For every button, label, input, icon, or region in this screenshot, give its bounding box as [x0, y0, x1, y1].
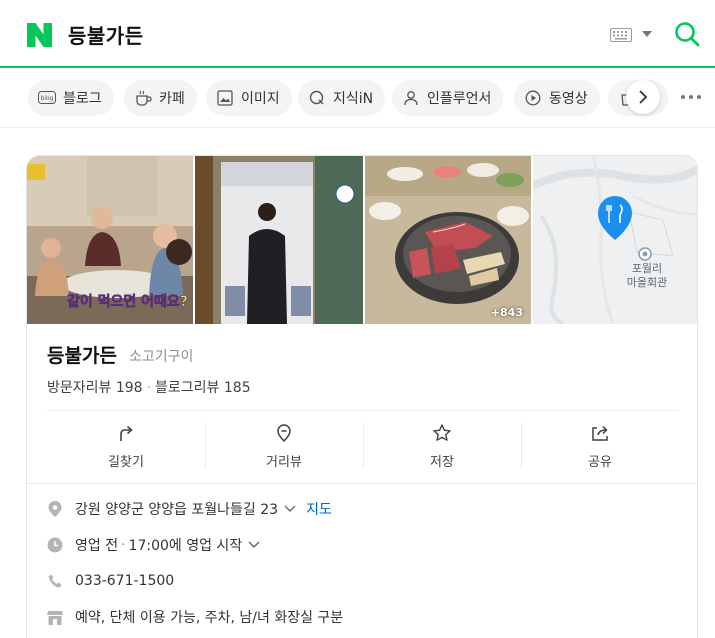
play-icon: [524, 89, 542, 107]
amenities-text: 예약, 단체 이용 가능, 주차, 남/녀 화장실 구분: [75, 610, 344, 626]
share-icon: [592, 425, 608, 441]
search-header: 등불가든: [0, 0, 715, 68]
photo-tv-scene[interactable]: 같이 먹으면 어때요?: [27, 156, 193, 324]
hours-row: 영업 전 · 17:00에 영업 시작: [47, 534, 260, 556]
blog-reviews-link[interactable]: 블로그리뷰 185: [155, 380, 251, 396]
phone-row: 033-671-1500: [47, 570, 174, 592]
search-icon[interactable]: [674, 21, 700, 47]
map-label: 포월리 마을회관: [626, 262, 668, 289]
tabs-next-button[interactable]: [626, 80, 660, 114]
place-category: 소고기구이: [129, 349, 194, 365]
tab-label: 동영상: [549, 91, 588, 107]
review-counts: 방문자리뷰 198 · 블로그리뷰 185: [47, 377, 251, 397]
tab-influencer[interactable]: 인플루언서: [392, 80, 504, 116]
place-card: 같이 먹으면 어때요? +843 포월리 마을회관 등불가든 소고기구이 방문자…: [26, 155, 698, 638]
street-view-icon: [277, 424, 291, 443]
star-icon: [433, 424, 451, 441]
action-label: 저장: [430, 455, 454, 470]
location-pin-icon: [47, 501, 63, 517]
map-link[interactable]: 지도: [306, 499, 332, 519]
keyboard-icon[interactable]: [610, 28, 632, 42]
tab-kin[interactable]: 지식iN: [298, 80, 386, 116]
action-label: 거리뷰: [266, 455, 302, 470]
visitor-reviews-link[interactable]: 방문자리뷰 198: [47, 380, 143, 396]
search-query[interactable]: 등불가든: [68, 20, 144, 49]
hours-detail[interactable]: 17:00에 영업 시작: [129, 535, 243, 555]
tab-label: 블로그: [63, 91, 102, 107]
photo-count[interactable]: +843: [491, 306, 523, 319]
tab-label: 이미지: [241, 91, 280, 107]
chevron-down-icon[interactable]: [642, 31, 652, 37]
store-icon: [47, 609, 63, 625]
save-button[interactable]: 저장: [363, 411, 521, 474]
street-view-button[interactable]: 거리뷰: [205, 411, 363, 474]
tab-image[interactable]: 이미지: [206, 80, 292, 116]
chevron-right-icon: [639, 90, 648, 104]
directions-icon: [120, 425, 133, 441]
knowledge-q-icon: [308, 89, 326, 107]
naver-logo[interactable]: [27, 23, 52, 47]
address-row: 강원 양양군 양양읍 포월나들길 23 지도: [47, 498, 332, 520]
divider: [27, 483, 697, 484]
chevron-down-icon[interactable]: [284, 505, 296, 513]
action-label: 길찾기: [108, 455, 144, 470]
phone-icon: [47, 573, 63, 589]
share-button[interactable]: 공유: [521, 411, 679, 474]
place-name[interactable]: 등불가든: [47, 341, 117, 368]
separator-dot: ·: [146, 380, 152, 396]
phone-number[interactable]: 033-671-1500: [75, 573, 174, 589]
tab-label: 지식iN: [333, 91, 374, 107]
tab-cafe[interactable]: 카페: [124, 80, 197, 116]
mini-map[interactable]: 포월리 마을회관: [533, 156, 697, 324]
tab-label: 카페: [159, 91, 185, 107]
search-tab-bar: blog 블로그 카페 이미지 지식iN 인플루언서 동영상: [0, 70, 715, 128]
photo-strip: 같이 먹으면 어때요? +843 포월리 마을회관: [27, 156, 697, 324]
action-bar: 길찾기 거리뷰 저장 공유: [47, 411, 679, 474]
photo-caption: 같이 먹으면 어때요?: [67, 293, 188, 310]
clock-icon: [47, 537, 63, 553]
action-label: 공유: [588, 455, 612, 470]
chevron-down-icon[interactable]: [248, 541, 260, 549]
separator-dot: ·: [121, 537, 126, 553]
cafe-cup-icon: [134, 89, 152, 107]
blog-icon: blog: [38, 89, 56, 107]
photo-grilled-beef[interactable]: +843: [365, 156, 531, 324]
more-options-icon[interactable]: [680, 94, 702, 100]
tab-video[interactable]: 동영상: [514, 80, 600, 116]
tab-label: 인플루언서: [427, 91, 492, 107]
address-text[interactable]: 강원 양양군 양양읍 포월나들길 23: [75, 499, 278, 519]
photo-entrance[interactable]: [195, 156, 363, 324]
amenities-row: 예약, 단체 이용 가능, 주차, 남/녀 화장실 구분: [47, 606, 343, 628]
svg-text:blog: blog: [41, 95, 54, 102]
directions-button[interactable]: 길찾기: [47, 411, 205, 474]
person-icon: [402, 89, 420, 107]
hours-status[interactable]: 영업 전: [75, 535, 118, 555]
image-icon: [216, 89, 234, 107]
tab-blog[interactable]: blog 블로그: [28, 80, 114, 116]
